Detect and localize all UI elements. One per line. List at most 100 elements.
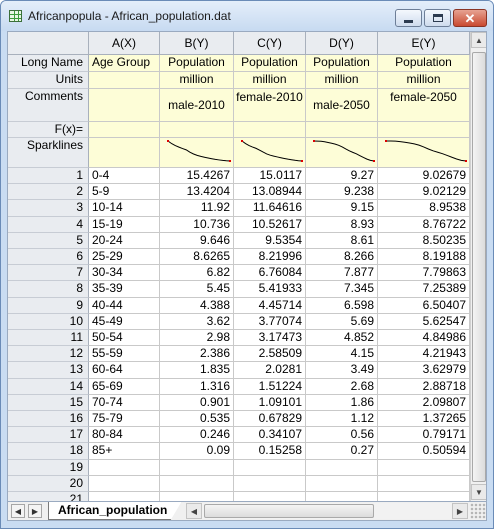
table-cell[interactable]: 0.246 (160, 427, 234, 443)
row-header-21[interactable]: 21 (8, 492, 89, 501)
row-label-comments[interactable]: Comments (8, 89, 89, 122)
table-cell[interactable] (306, 460, 378, 476)
table-cell[interactable]: 0.09 (160, 443, 234, 460)
table-cell[interactable]: 9.02129 (378, 184, 470, 200)
table-cell[interactable]: 6.82 (160, 265, 234, 281)
table-cell[interactable]: 10-14 (89, 200, 160, 217)
row-header-10[interactable]: 10 (8, 314, 89, 330)
table-cell[interactable]: 9.646 (160, 233, 234, 249)
table-cell[interactable]: 8.61 (306, 233, 378, 249)
table-cell[interactable]: 3.62979 (378, 362, 470, 379)
row-header-12[interactable]: 12 (8, 346, 89, 362)
table-cell[interactable]: 4.84986 (378, 330, 470, 346)
table-cell[interactable]: 4.45714 (234, 298, 306, 314)
table-cell[interactable]: 4.852 (306, 330, 378, 346)
scroll-right-arrow-icon[interactable]: ▶ (452, 503, 468, 519)
row-header-2[interactable]: 2 (8, 184, 89, 200)
table-cell[interactable]: 1.51224 (234, 379, 306, 395)
row-label-sparklines[interactable]: Sparklines (8, 138, 89, 168)
table-cell[interactable]: 1.37265 (378, 411, 470, 427)
table-cell[interactable]: 5-9 (89, 184, 160, 200)
table-cell[interactable]: 65-69 (89, 379, 160, 395)
table-cell[interactable]: 2.386 (160, 346, 234, 362)
table-cell[interactable]: 1.09101 (234, 395, 306, 411)
table-cell[interactable] (234, 492, 306, 501)
sparkline-e[interactable] (378, 138, 470, 168)
table-cell[interactable]: 1.12 (306, 411, 378, 427)
row-header-13[interactable]: 13 (8, 362, 89, 379)
next-sheet-arrow-icon[interactable]: ▶ (28, 504, 42, 518)
corner-cell[interactable] (8, 32, 89, 55)
units-a[interactable] (89, 72, 160, 89)
table-cell[interactable] (89, 460, 160, 476)
units-b[interactable]: million (160, 72, 234, 89)
long-name-d[interactable]: Population (306, 55, 378, 72)
table-cell[interactable]: 0.56 (306, 427, 378, 443)
vertical-scrollbar[interactable]: ▲ ▼ (470, 32, 486, 501)
long-name-c[interactable]: Population (234, 55, 306, 72)
row-header-8[interactable]: 8 (8, 281, 89, 298)
scroll-down-arrow-icon[interactable]: ▼ (471, 484, 486, 500)
formula-a[interactable] (89, 122, 160, 138)
table-cell[interactable]: 0.901 (160, 395, 234, 411)
previous-sheet-arrow-icon[interactable]: ◀ (11, 504, 25, 518)
scroll-up-arrow-icon[interactable]: ▲ (471, 32, 486, 48)
table-cell[interactable] (378, 476, 470, 492)
table-cell[interactable]: 8.50235 (378, 233, 470, 249)
table-cell[interactable]: 25-29 (89, 249, 160, 265)
table-cell[interactable]: 9.5354 (234, 233, 306, 249)
maximize-button[interactable] (424, 9, 451, 27)
table-cell[interactable]: 0.50594 (378, 443, 470, 460)
table-cell[interactable]: 7.79863 (378, 265, 470, 281)
long-name-b[interactable]: Population (160, 55, 234, 72)
table-cell[interactable]: 4.15 (306, 346, 378, 362)
table-cell[interactable] (378, 492, 470, 501)
table-cell[interactable]: 6.76084 (234, 265, 306, 281)
table-cell[interactable]: 11.92 (160, 200, 234, 217)
row-header-20[interactable]: 20 (8, 476, 89, 492)
table-cell[interactable]: 1.835 (160, 362, 234, 379)
table-cell[interactable]: 0.27 (306, 443, 378, 460)
row-header-1[interactable]: 1 (8, 168, 89, 184)
column-header-a[interactable]: A(X) (89, 32, 160, 55)
sparkline-c[interactable] (234, 138, 306, 168)
row-header-17[interactable]: 17 (8, 427, 89, 443)
long-name-a[interactable]: Age Group (89, 55, 160, 72)
table-cell[interactable]: 3.77074 (234, 314, 306, 330)
table-cell[interactable]: 30-34 (89, 265, 160, 281)
formula-e[interactable] (378, 122, 470, 138)
scroll-left-arrow-icon[interactable]: ◀ (186, 503, 202, 519)
formula-d[interactable] (306, 122, 378, 138)
table-cell[interactable] (160, 460, 234, 476)
table-cell[interactable]: 9.02679 (378, 168, 470, 184)
table-cell[interactable] (378, 460, 470, 476)
comments-d[interactable]: male-2050 (306, 89, 378, 122)
table-cell[interactable]: 8.19188 (378, 249, 470, 265)
table-cell[interactable] (234, 476, 306, 492)
row-header-6[interactable]: 6 (8, 249, 89, 265)
table-cell[interactable]: 75-79 (89, 411, 160, 427)
table-cell[interactable]: 2.09807 (378, 395, 470, 411)
close-button[interactable]: ✕ (453, 9, 487, 27)
table-cell[interactable]: 40-44 (89, 298, 160, 314)
table-cell[interactable]: 8.9538 (378, 200, 470, 217)
row-header-14[interactable]: 14 (8, 379, 89, 395)
table-cell[interactable]: 13.08944 (234, 184, 306, 200)
table-cell[interactable]: 15.4267 (160, 168, 234, 184)
title-bar[interactable]: Africanpopula - African_population.dat ✕ (1, 1, 493, 31)
table-cell[interactable]: 8.21996 (234, 249, 306, 265)
row-header-19[interactable]: 19 (8, 460, 89, 476)
row-header-9[interactable]: 9 (8, 298, 89, 314)
units-c[interactable]: million (234, 72, 306, 89)
units-d[interactable]: million (306, 72, 378, 89)
table-cell[interactable]: 55-59 (89, 346, 160, 362)
row-header-15[interactable]: 15 (8, 395, 89, 411)
column-header-d[interactable]: D(Y) (306, 32, 378, 55)
row-header-11[interactable]: 11 (8, 330, 89, 346)
table-cell[interactable] (306, 476, 378, 492)
table-cell[interactable]: 35-39 (89, 281, 160, 298)
table-cell[interactable]: 5.62547 (378, 314, 470, 330)
table-cell[interactable]: 7.345 (306, 281, 378, 298)
table-cell[interactable]: 8.6265 (160, 249, 234, 265)
table-cell[interactable]: 0.34107 (234, 427, 306, 443)
